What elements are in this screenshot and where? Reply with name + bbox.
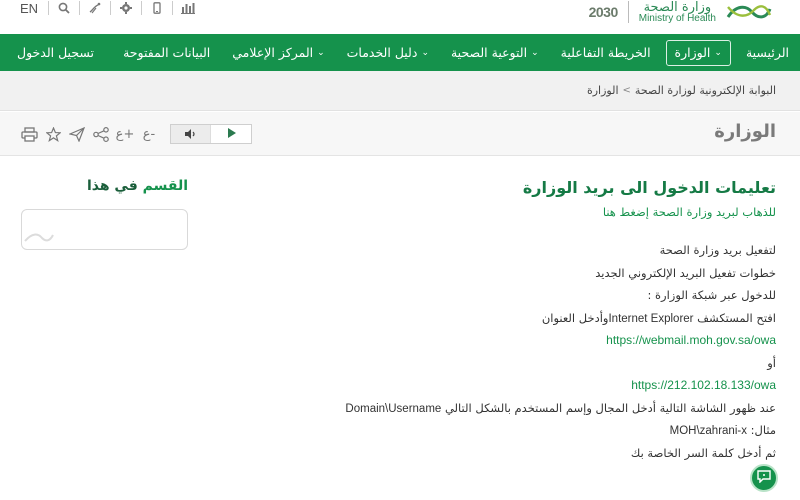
webmail-ip-url[interactable]: https://212.102.18.133/owa bbox=[631, 378, 776, 392]
chat-icon bbox=[757, 470, 771, 487]
audio-player bbox=[170, 124, 252, 144]
language-switch[interactable]: EN bbox=[0, 1, 48, 16]
breadcrumb-current[interactable]: الوزارة bbox=[587, 84, 619, 97]
webmail-ip-link[interactable]: https://212.102.18.133/owa bbox=[276, 376, 776, 399]
nav-media-center-label: المركز الإعلامي bbox=[232, 45, 313, 60]
chevron-down-icon: ⌄ bbox=[317, 48, 325, 58]
ministry-name-ar: وزارة الصحة bbox=[639, 1, 716, 14]
nav-services-guide-label: دليل الخدمات bbox=[347, 45, 418, 60]
nav-health-awareness[interactable]: التوعية الصحية ⌄ bbox=[440, 45, 550, 60]
font-increase-icon[interactable]: ع+ bbox=[116, 125, 134, 143]
breadcrumb-bar: البوابة الإلكترونية لوزارة الصحة < الوزا… bbox=[0, 71, 800, 111]
gear-icon[interactable] bbox=[111, 1, 141, 15]
search-icon[interactable] bbox=[49, 1, 79, 15]
ie-text-pre: افتح المستكشف bbox=[694, 311, 777, 325]
main-nav: الرئيسية الوزارة⌄ الخريطة التفاعلية التو… bbox=[0, 34, 800, 71]
decorative-wave-icon bbox=[24, 231, 54, 247]
sidebar-title: القسم في هذا bbox=[82, 178, 188, 194]
page-title-bar: ع+ ع- الوزارة bbox=[0, 112, 800, 156]
login-link[interactable]: تسجيل الدخول bbox=[17, 34, 94, 71]
nav-ministry[interactable]: الوزارة⌄ bbox=[666, 40, 731, 66]
vision-2030-logo: 2030 bbox=[589, 4, 618, 20]
article-content: تعليمات الدخول الى بريد الوزارة للذهاب ل… bbox=[276, 178, 776, 466]
webmail-url-link[interactable]: https://webmail.moh.gov.sa/owa bbox=[276, 331, 776, 354]
ie-text-post: وأدخل العنوان bbox=[542, 311, 609, 325]
chevron-down-icon: ⌄ bbox=[531, 48, 539, 58]
volume-icon[interactable] bbox=[171, 125, 211, 143]
nav-home[interactable]: الرئيسية bbox=[735, 45, 800, 60]
mobile-icon[interactable] bbox=[142, 1, 172, 15]
font-decrease-icon[interactable]: ع- bbox=[140, 125, 158, 143]
breadcrumb: البوابة الإلكترونية لوزارة الصحة < الوزا… bbox=[587, 84, 776, 97]
instruction-text: عند ظهور الشاشة التالية أدخل المجال وإسم… bbox=[441, 401, 776, 415]
play-icon[interactable] bbox=[211, 128, 251, 141]
ministry-name: وزارة الصحة Ministry of Health bbox=[639, 1, 716, 24]
page-title: الوزارة bbox=[714, 121, 776, 142]
example-value: MOH\zahrani-x bbox=[670, 425, 747, 437]
sidebar-title-a: في هذا bbox=[87, 178, 138, 194]
article-line-instruction: عند ظهور الشاشة التالية أدخل المجال وإسم… bbox=[276, 399, 776, 422]
top-utility-bar: EN 2030 وزارة الصحة Ministry of Health bbox=[0, 0, 800, 32]
article-line-password: ثم أدخل كلمة السر الخاصة بك bbox=[276, 444, 776, 467]
star-icon[interactable] bbox=[44, 125, 62, 143]
page-tools: ع+ ع- bbox=[20, 124, 252, 144]
instruction-format: Domain\Username bbox=[345, 403, 441, 415]
webmail-url[interactable]: https://webmail.moh.gov.sa/owa bbox=[606, 333, 776, 347]
logo-divider bbox=[628, 1, 629, 23]
help-chat-button[interactable] bbox=[750, 464, 778, 492]
share-icon[interactable] bbox=[92, 125, 110, 143]
article-title: تعليمات الدخول الى بريد الوزارة bbox=[276, 178, 776, 197]
sidebar-title-b: القسم bbox=[143, 178, 188, 194]
accessibility-icon[interactable] bbox=[80, 1, 110, 15]
nav-health-awareness-label: التوعية الصحية bbox=[451, 45, 527, 60]
site-logo[interactable]: 2030 وزارة الصحة Ministry of Health bbox=[589, 0, 772, 24]
article-line-example: مثال: MOH\zahrani-x bbox=[276, 421, 776, 444]
nav-ministry-label: الوزارة bbox=[675, 45, 711, 60]
print-icon[interactable] bbox=[20, 125, 38, 143]
sidebar-menu-box bbox=[21, 209, 188, 250]
article-line-ie: افتح المستكشف Internet Explorerوأدخل الع… bbox=[276, 309, 776, 332]
utility-links: EN bbox=[0, 0, 203, 16]
breadcrumb-home[interactable]: البوابة الإلكترونية لوزارة الصحة bbox=[635, 84, 776, 97]
stats-icon[interactable] bbox=[173, 1, 203, 15]
article-line-or: أو bbox=[276, 354, 776, 377]
nav-interactive-map-label: الخريطة التفاعلية bbox=[561, 45, 651, 60]
example-label: مثال: bbox=[747, 423, 776, 437]
nav-media-center[interactable]: المركز الإعلامي ⌄ bbox=[221, 45, 335, 60]
chevron-left-icon: < bbox=[623, 85, 631, 96]
ie-name: Internet Explorer bbox=[608, 313, 693, 325]
article-line: خطوات تفعيل البريد الإلكتروني الجديد bbox=[276, 264, 776, 287]
nav-home-label: الرئيسية bbox=[746, 45, 789, 60]
webmail-link[interactable]: للذهاب لبريد وزارة الصحة إضغط هنا bbox=[276, 205, 776, 219]
ministry-name-en: Ministry of Health bbox=[639, 14, 716, 24]
moh-emblem-icon bbox=[726, 1, 772, 23]
chevron-down-icon: ⌄ bbox=[421, 48, 429, 58]
nav-open-data-label: البيانات المفتوحة bbox=[123, 45, 210, 60]
send-icon[interactable] bbox=[68, 125, 86, 143]
chevron-down-icon: ⌄ bbox=[714, 48, 722, 58]
nav-services-guide[interactable]: دليل الخدمات⌄ bbox=[336, 45, 440, 60]
nav-interactive-map[interactable]: الخريطة التفاعلية bbox=[550, 45, 662, 60]
article-line: للدخول عبر شبكة الوزارة : bbox=[276, 286, 776, 309]
nav-open-data[interactable]: البيانات المفتوحة bbox=[112, 45, 221, 60]
article-line: لتفعيل بريد وزارة الصحة bbox=[276, 241, 776, 264]
